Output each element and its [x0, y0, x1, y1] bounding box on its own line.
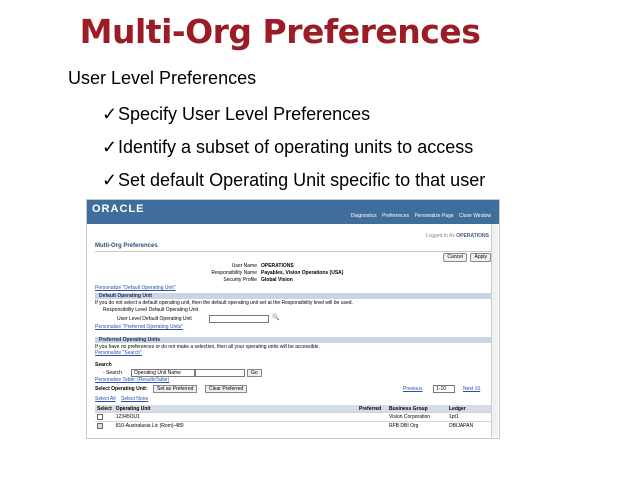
row-checkbox-checked[interactable] — [97, 422, 103, 429]
row-checkbox[interactable] — [97, 413, 103, 420]
col-select: Select — [95, 405, 114, 413]
bullet-text: Set default Operating Unit specific to t… — [118, 170, 486, 190]
apply-button[interactable]: Apply — [470, 253, 491, 262]
bullet-text: Specify User Level Preferences — [118, 104, 371, 124]
section-header-preferred: Preferred Operating Units — [95, 337, 491, 343]
col-business-group: Business Group — [387, 405, 447, 413]
checkmark-icon: ✓ — [102, 137, 118, 157]
oracle-logo: ORACLE — [92, 203, 145, 215]
nav-personalize-page[interactable]: Personalize Page — [414, 213, 453, 219]
default-ou-input[interactable] — [209, 315, 269, 323]
app-header: ORACLE Diagnostics Preferences Personali… — [87, 200, 499, 224]
logged-in-label: Logged In As — [425, 233, 455, 239]
cell-business-group: RFB DBI Org — [387, 421, 447, 430]
results-table: Select Operating Unit Preferred Business… — [95, 405, 491, 430]
table-row: 810-Australasia Lic (Rom)-480 RFB DBI Or… — [95, 421, 491, 430]
search-heading: Search — [95, 362, 112, 368]
logged-in-status: Logged In As OPERATIONS — [426, 233, 489, 239]
cell-ledger: 1pt1 — [447, 412, 491, 422]
go-button[interactable]: Go — [247, 369, 262, 377]
set-preferred-button[interactable]: Set as Preferred — [153, 385, 198, 393]
global-nav: Diagnostics Preferences Personalize Page… — [347, 213, 491, 219]
col-operating-unit[interactable]: Operating Unit — [113, 405, 357, 413]
cell-operating-unit: 810-Australasia Lic (Rom)-480 — [113, 421, 357, 430]
select-ou-label: Select Operating Unit: — [95, 386, 148, 392]
nav-close-window[interactable]: Close Window — [459, 213, 491, 219]
page-range-select[interactable]: 1-10 — [433, 385, 455, 393]
bullet-text: Identify a subset of operating units to … — [118, 137, 474, 157]
info-label: Responsibility Name — [211, 270, 257, 276]
col-ledger: Ledger — [447, 405, 491, 413]
select-none-link[interactable]: Select None — [121, 396, 148, 402]
personalize-preferred-link[interactable]: Personalize "Preferred Operating Units" — [95, 324, 183, 330]
checkmark-icon: ✓ — [102, 170, 118, 190]
page-title: Multi-Org Preferences — [95, 243, 158, 249]
resp-default-label: Responsibility Level Default Operating U… — [103, 307, 199, 313]
personalize-default-link[interactable]: Personalize "Default Operating Unit" — [95, 285, 176, 291]
search-icon[interactable]: 🔍 — [272, 314, 279, 321]
logged-in-user: OPERATIONS — [456, 233, 489, 239]
info-label: User Name — [231, 263, 257, 269]
app-screenshot: ORACLE Diagnostics Preferences Personali… — [86, 199, 500, 439]
search-select[interactable]: Operating Unit Name — [131, 369, 195, 377]
divider — [95, 251, 491, 252]
clear-preferred-button[interactable]: Clear Preferred — [205, 385, 248, 393]
bullet-item: ✓Identify a subset of operating units to… — [102, 137, 473, 158]
select-all-link[interactable]: Select All — [95, 396, 116, 402]
search-input[interactable] — [195, 369, 245, 377]
cell-preferred — [357, 421, 387, 430]
table-header-row: Select Operating Unit Preferred Business… — [95, 405, 491, 413]
info-label: Security Profile — [223, 277, 257, 283]
info-value: OPERATIONS — [261, 263, 294, 269]
table-row: 12345OU1 Vision Corporation 1pt1 — [95, 412, 491, 422]
cell-preferred — [357, 412, 387, 422]
next-link[interactable]: Next 10 — [463, 386, 480, 392]
cancel-button[interactable]: Cancel — [443, 253, 467, 262]
slide-title: Multi-Org Preferences — [79, 12, 481, 51]
personalize-table-link[interactable]: Personalize Table: (ResultsTable) — [95, 377, 169, 383]
nav-preferences[interactable]: Preferences — [382, 213, 409, 219]
col-preferred: Preferred — [357, 405, 387, 413]
cell-operating-unit: 12345OU1 — [113, 412, 357, 422]
cell-business-group: Vision Corporation — [387, 412, 447, 422]
personalize-search-link[interactable]: Personalize "Search" — [95, 350, 142, 356]
scrollbar[interactable] — [491, 224, 498, 437]
user-default-label: User Level Default Operating Unit — [117, 316, 192, 322]
bullet-item: ✓Set default Operating Unit specific to … — [102, 170, 485, 191]
info-value: Payables, Vision Operations (USA) — [261, 270, 344, 276]
bullet-item: ✓Specify User Level Preferences — [102, 104, 370, 125]
slide-subtitle: User Level Preferences — [68, 68, 257, 88]
checkmark-icon: ✓ — [102, 104, 118, 124]
search-field-label: - Search — [103, 370, 122, 376]
cell-ledger: DBIJAPAN — [447, 421, 491, 430]
default-note: If you do not select a default operating… — [95, 300, 353, 306]
section-header-default: Default Operating Unit — [95, 293, 491, 299]
info-value: Global Vision — [261, 277, 293, 283]
nav-diagnostics[interactable]: Diagnostics — [351, 213, 377, 219]
previous-link[interactable]: Previous — [403, 386, 422, 392]
